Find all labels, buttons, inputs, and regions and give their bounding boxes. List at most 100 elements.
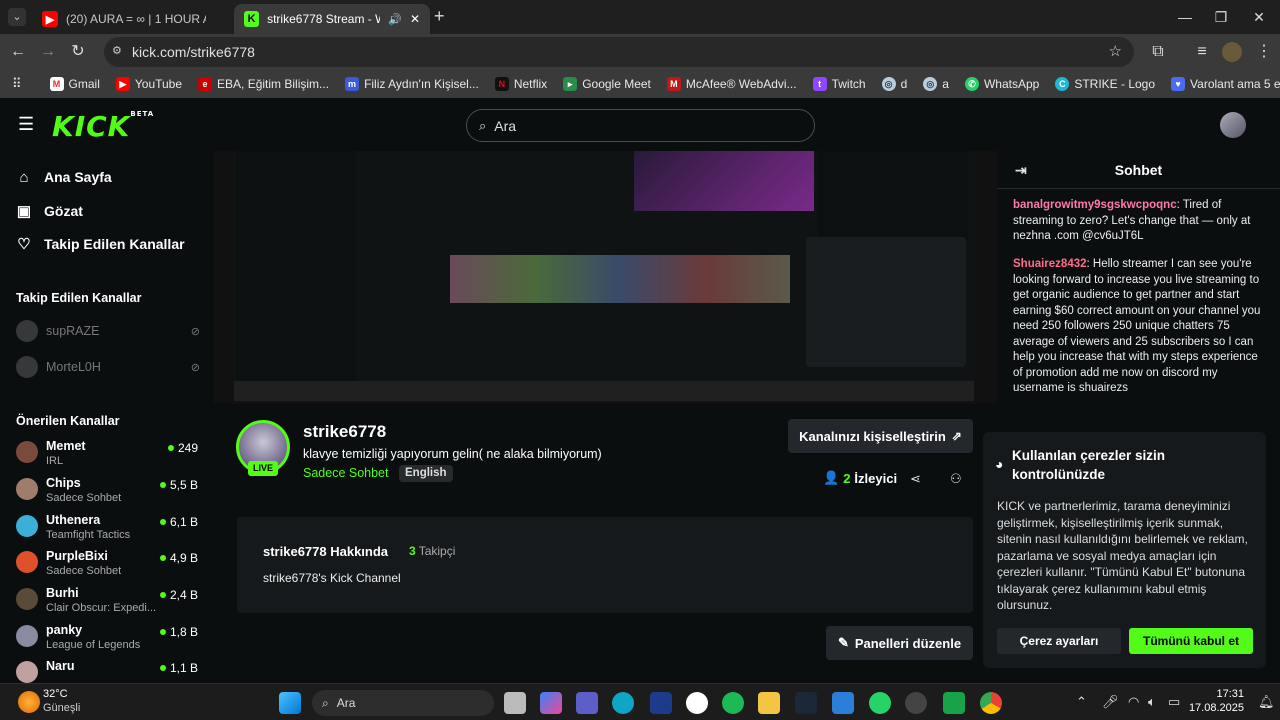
language-tag[interactable]: English: [399, 465, 453, 482]
clock-date[interactable]: 17.08.2025: [1180, 702, 1244, 714]
media-control-icon[interactable]: ≡: [1190, 40, 1214, 64]
file-explorer-icon[interactable]: [758, 692, 780, 714]
avatar: [16, 588, 38, 610]
clock-time[interactable]: 17:31: [1194, 688, 1244, 700]
chat-header: ⇥ Sohbet: [997, 151, 1280, 189]
edge-icon[interactable]: [612, 692, 634, 714]
live-dot-icon: [167, 445, 174, 451]
sidebar-item-browse[interactable]: ▣ Gözat: [16, 200, 83, 222]
share-icon[interactable]: ⋖: [910, 471, 921, 487]
chat-collapse-icon[interactable]: ⇥: [1015, 162, 1027, 179]
address-bar[interactable]: ⚙ kick.com/strike6778 ☆: [104, 37, 1134, 67]
cookie-settings-button[interactable]: Çerez ayarları: [997, 628, 1121, 654]
weather-icon[interactable]: [18, 691, 40, 713]
wifi-icon[interactable]: ◠: [1128, 694, 1139, 710]
back-icon[interactable]: ←: [6, 40, 30, 64]
app-icon[interactable]: [650, 692, 672, 714]
heart-icon: ♡: [17, 236, 31, 253]
sidebar-item-following[interactable]: ♡ Takip Edilen Kanallar: [16, 233, 184, 255]
video-mini-banner: [634, 151, 814, 211]
tab-youtube[interactable]: ▶ (20) AURA = ∞ | 1 HOUR AURA: [32, 4, 230, 34]
bookmark-whatsapp[interactable]: ✆ WhatsApp: [957, 77, 1047, 91]
recommended-channel[interactable]: Memet IRL 249: [16, 439, 206, 475]
customize-channel-button[interactable]: Kanalınızı kişiselleştirin ⇗: [788, 419, 973, 453]
tab-menu-icon[interactable]: ⌄: [8, 8, 26, 26]
followed-channel[interactable]: MorteL0H ⊘: [16, 354, 200, 380]
tray-chevron-icon[interactable]: ⌃: [1076, 694, 1087, 710]
stream-category[interactable]: Sadece Sohbet: [303, 466, 389, 480]
minimize-icon[interactable]: —: [1172, 6, 1198, 28]
accept-all-button[interactable]: Tümünü kabul et: [1129, 628, 1253, 654]
bookmark-twitch[interactable]: t Twitch: [805, 77, 874, 91]
bookmark-d[interactable]: ◎ d: [874, 77, 916, 91]
bookmark-netflix[interactable]: N Netflix: [487, 77, 555, 91]
bookmark-mcafee[interactable]: M McAfee® WebAdvi...: [659, 77, 805, 91]
spotify-icon[interactable]: [722, 692, 744, 714]
notifications-icon[interactable]: 🔔︎: [1258, 694, 1275, 710]
bookmark-meet[interactable]: ▸ Google Meet: [555, 77, 659, 91]
app-icon[interactable]: [943, 692, 965, 714]
chat-username[interactable]: banalgrowitmy9sgskwcpoqnc: [1013, 199, 1177, 211]
search-input[interactable]: ⌕ Ara: [466, 109, 815, 142]
extensions-icon[interactable]: ⧉: [1146, 40, 1170, 64]
edit-panels-button[interactable]: ✎ Panelleri düzenle: [826, 626, 973, 660]
chrome-icon[interactable]: [980, 692, 1002, 714]
video-player[interactable]: [214, 151, 997, 403]
task-view-icon[interactable]: [504, 692, 526, 714]
new-tab-button[interactable]: +: [434, 6, 445, 27]
netflix-icon: N: [494, 77, 509, 91]
recommended-channel[interactable]: PurpleBixi Sadece Sohbet 4,9 B: [16, 549, 206, 585]
profile-icon[interactable]: [1222, 42, 1242, 62]
steam-icon[interactable]: [795, 692, 817, 714]
globe-icon: ◎: [881, 77, 896, 91]
user-avatar[interactable]: [1220, 112, 1246, 138]
microphone-icon[interactable]: 🎤︎: [1102, 694, 1119, 710]
maximize-icon[interactable]: ❐: [1208, 6, 1234, 28]
volume-icon[interactable]: 🔈︎: [1148, 694, 1156, 710]
bookmark-a[interactable]: ◎ a: [915, 77, 957, 91]
followed-channel[interactable]: supRAZE ⊘: [16, 318, 200, 344]
recommended-channel[interactable]: Naru 1,1 B: [16, 659, 206, 683]
app-icon[interactable]: [832, 692, 854, 714]
bookmark-youtube[interactable]: ▶ YouTube: [108, 77, 190, 91]
browser-menu-icon[interactable]: ⋮: [1252, 40, 1276, 64]
tab-kick[interactable]: K strike6778 Stream - Watch L 🔊 ✕: [234, 4, 430, 34]
recommended-channel[interactable]: Chips Sadece Sohbet 5,5 B: [16, 476, 206, 512]
browser-tab-bar: ⌄ ▶ (20) AURA = ∞ | 1 HOUR AURA K strike…: [0, 0, 1280, 34]
hamburger-menu-icon[interactable]: ☰: [18, 114, 34, 135]
chat-username[interactable]: Shuairez8432: [1013, 258, 1087, 270]
bookmark-filiz[interactable]: m Filiz Aydın'ın Kişisel...: [337, 77, 487, 91]
bookmark-valorant[interactable]: ♥Varolant ama 5 el şe...: [1163, 77, 1280, 91]
app-icon[interactable]: [686, 692, 708, 714]
windows-start-icon[interactable]: [279, 692, 301, 714]
forward-icon[interactable]: →: [36, 40, 60, 64]
site-info-icon[interactable]: ⚙: [112, 44, 122, 57]
audio-icon[interactable]: 🔊: [388, 13, 402, 26]
recommended-channel[interactable]: Burhi Clair Obscur: Expedi... 2,4 B: [16, 586, 206, 622]
cookie-icon: ◕: [995, 456, 1004, 472]
whatsapp-icon[interactable]: [869, 692, 891, 714]
recommended-channel[interactable]: Uthenera Teamfight Tactics 6,1 B: [16, 513, 206, 549]
reload-icon[interactable]: ↻: [66, 40, 90, 64]
pencil-icon: ✎: [837, 635, 849, 650]
teams-icon[interactable]: [576, 692, 598, 714]
bookmark-gmail[interactable]: M Gmail: [30, 77, 108, 91]
close-icon[interactable]: ✕: [410, 12, 420, 26]
recommended-channel[interactable]: panky League of Legends 1,8 B: [16, 623, 206, 659]
sidebar-item-home[interactable]: ⌂ Ana Sayfa: [16, 166, 111, 188]
channel-name[interactable]: strike6778: [303, 422, 386, 442]
app-icon[interactable]: [905, 692, 927, 714]
bookmark-strike[interactable]: C STRIKE - Logo: [1047, 77, 1163, 91]
user-settings-icon[interactable]: ⚇: [950, 471, 962, 487]
bookmark-star-icon[interactable]: ☆: [1109, 42, 1122, 60]
copilot-icon[interactable]: [540, 692, 562, 714]
recommended-section-title: Önerilen Kanallar: [16, 414, 120, 428]
kick-logo[interactable]: KICKBETA: [52, 110, 154, 143]
taskbar-search[interactable]: ⌕ Ara: [312, 690, 494, 716]
apps-icon[interactable]: ⠿: [0, 76, 30, 92]
video-mini-taskbar: [234, 381, 974, 401]
viewer-count: 👤 2 İzleyici: [823, 470, 898, 486]
battery-icon[interactable]: ▭: [1168, 694, 1180, 710]
window-close-icon[interactable]: ✕: [1246, 6, 1272, 28]
bookmark-eba[interactable]: e EBA, Eğitim Bilişim...: [190, 77, 337, 91]
